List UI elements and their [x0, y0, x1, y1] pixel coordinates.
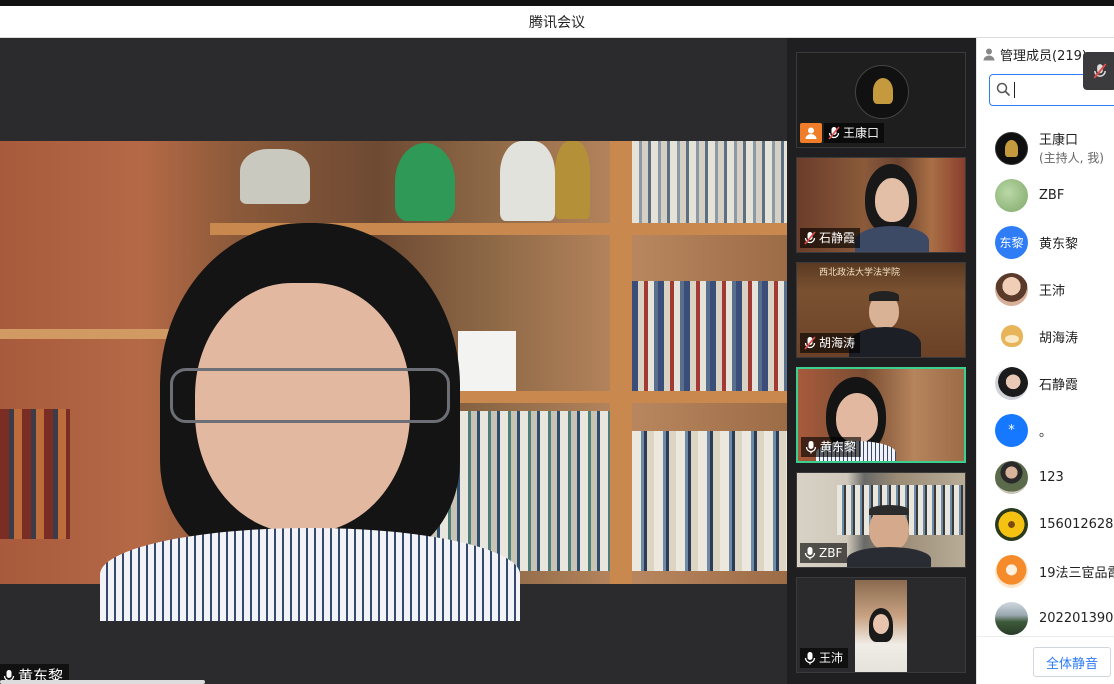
- participant-hair: [869, 505, 909, 515]
- member-item[interactable]: 2022013900: [977, 596, 1114, 640]
- mic-muted-icon: [804, 231, 816, 245]
- participant-video: [855, 580, 907, 672]
- thumbnail-name-tag: ZBF: [800, 543, 848, 563]
- thumbnail-tile[interactable]: 王康口: [796, 52, 966, 148]
- member-name: 王康口: [1039, 133, 1079, 148]
- participant-thumbnails: 王康口 石静霞 西北政法大学法学院 胡海涛 黄东黎 ZBF 王沛: [787, 38, 976, 684]
- mic-icon: [804, 652, 816, 665]
- member-item[interactable]: 1560126283: [977, 502, 1114, 546]
- member-name: 2022013900: [1039, 610, 1114, 626]
- thumbnail-name: 王康口: [843, 126, 880, 140]
- member-name: 1560126283: [1039, 516, 1114, 532]
- member-item[interactable]: ZBF: [977, 173, 1114, 217]
- bookshelf-books: [632, 431, 787, 571]
- mic-muted-icon: [828, 126, 840, 140]
- member-item[interactable]: 王沛: [977, 267, 1114, 311]
- thumbnail-name: 黄东黎: [820, 440, 857, 454]
- thumbnail-tile[interactable]: 王沛: [796, 577, 966, 673]
- avatar: [995, 601, 1028, 635]
- member-item[interactable]: 王康口 (主持人, 我): [977, 126, 1114, 170]
- participant-body: [847, 547, 931, 567]
- avatar: 东黎: [995, 225, 1028, 259]
- member-item[interactable]: 19法三宦品霞: [977, 549, 1114, 593]
- thumbnail-name: 石静霞: [819, 231, 856, 245]
- mic-muted-icon: [1093, 63, 1107, 79]
- person-icon: [983, 48, 995, 61]
- thumbnail-name-tag: 黄东黎: [801, 437, 862, 457]
- avatar: [995, 178, 1028, 212]
- member-name: 19法三宦品霞: [1039, 565, 1114, 581]
- text-cursor: [1014, 82, 1015, 98]
- member-name: 123: [1039, 469, 1064, 485]
- window-title: 腾讯会议: [529, 15, 585, 31]
- speaker-person: [100, 178, 520, 621]
- thumbnail-tile[interactable]: ZBF: [796, 472, 966, 568]
- search-icon: [996, 82, 1011, 97]
- shelf: [610, 141, 632, 584]
- thumbnail-tile[interactable]: 石静霞: [796, 157, 966, 253]
- thumbnail-name-tag: 石静霞: [800, 228, 861, 248]
- member-name: 。: [1039, 424, 1053, 440]
- banner-text: 西北政法大学法学院: [819, 268, 901, 278]
- members-header-label: 管理成员(219): [1000, 48, 1087, 64]
- avatar: [995, 319, 1028, 353]
- shirt: [100, 528, 520, 621]
- avatar: [995, 460, 1028, 494]
- avatar: [995, 272, 1028, 306]
- thumbnail-tile[interactable]: 西北政法大学法学院 胡海涛: [796, 262, 966, 358]
- bookshelf-books: [632, 141, 787, 223]
- main-speaker-video[interactable]: 黄东黎: [0, 38, 787, 684]
- bookshelf-books: [632, 281, 787, 391]
- member-item[interactable]: * 。: [977, 408, 1114, 452]
- participant-face: [836, 393, 878, 443]
- avatar: [995, 131, 1028, 165]
- member-name: 黄东黎: [1039, 236, 1079, 252]
- member-item[interactable]: 胡海涛: [977, 314, 1114, 358]
- bookshelf-books: [0, 409, 70, 539]
- thumbnail-name: 王沛: [819, 651, 844, 665]
- thumbnail-name-tag: 王康口: [824, 123, 885, 143]
- member-role: (主持人, 我): [1039, 151, 1104, 165]
- thumbnail-name-tag: 胡海涛: [800, 333, 861, 353]
- member-name: 石静霞: [1039, 377, 1079, 393]
- thumbnail-name: 胡海涛: [819, 336, 856, 350]
- member-name: ZBF: [1039, 187, 1065, 203]
- participant-hair: [869, 291, 899, 301]
- title-bar: 腾讯会议: [0, 6, 1114, 38]
- glasses: [170, 368, 450, 423]
- avatar: [855, 65, 909, 119]
- members-header: 管理成员(219): [982, 44, 1087, 64]
- mute-toggle-button[interactable]: [1083, 52, 1114, 90]
- avatar: [995, 507, 1028, 541]
- mic-muted-icon: [804, 336, 816, 350]
- thumbnail-tile-active[interactable]: 黄东黎: [796, 367, 966, 463]
- mic-icon: [805, 441, 817, 454]
- member-name: 王沛: [1039, 283, 1066, 299]
- thumbnail-name: ZBF: [819, 546, 843, 560]
- avatar: [995, 554, 1028, 588]
- avatar: [995, 366, 1028, 400]
- members-panel: 管理成员(219) 王康口 (主持人, 我) ZBF 东黎 黄东黎 王沛 胡海涛…: [976, 38, 1114, 684]
- trophy: [555, 141, 590, 219]
- participant-body: [855, 226, 929, 252]
- member-item[interactable]: 石静霞: [977, 361, 1114, 405]
- avatar: *: [995, 413, 1028, 447]
- panel-footer: 全体静音: [977, 636, 1114, 684]
- member-name: 胡海涛: [1039, 330, 1079, 346]
- mute-all-button[interactable]: 全体静音: [1033, 647, 1111, 677]
- thumbnail-name-tag: 王沛: [800, 648, 849, 668]
- mic-icon: [804, 547, 816, 560]
- participant-face: [875, 178, 909, 222]
- host-icon: [800, 123, 822, 143]
- member-item[interactable]: 东黎 黄东黎: [977, 220, 1114, 264]
- member-item[interactable]: 123: [977, 455, 1114, 499]
- horizontal-scrollbar[interactable]: [0, 680, 205, 684]
